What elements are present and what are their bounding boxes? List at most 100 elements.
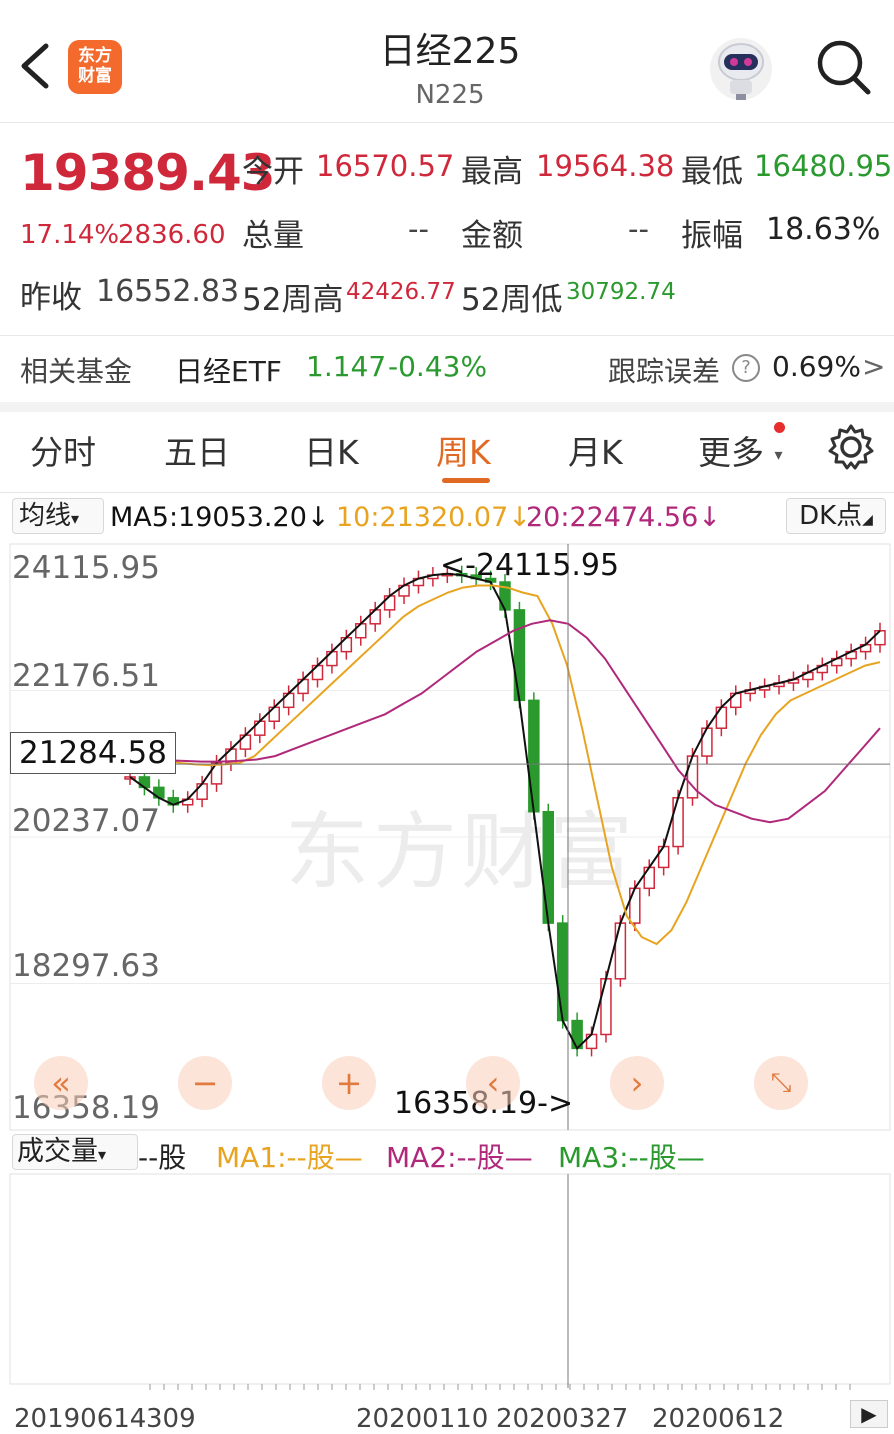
- tab-intraday[interactable]: 分时: [30, 426, 96, 474]
- y-tick-label: 20237.07: [12, 803, 160, 839]
- back-button[interactable]: [14, 38, 58, 94]
- wk52-low-value: 30792.74: [566, 279, 676, 305]
- amplitude-label: 振幅: [681, 218, 743, 254]
- double-chevron-left-icon: «: [51, 1064, 71, 1102]
- notification-dot: [774, 422, 785, 433]
- tab-more[interactable]: 更多 ▾: [698, 426, 783, 474]
- amplitude-value: 18.63%: [766, 212, 881, 247]
- max-price-annotation: <-24115.95: [440, 548, 620, 583]
- wk52-high-value: 42426.77: [346, 279, 456, 305]
- expand-icon: ⤡: [770, 1068, 792, 1098]
- plus-icon: +: [335, 1064, 363, 1102]
- candle-body: [614, 922, 627, 980]
- candle-body: [600, 978, 612, 1036]
- high-value: 19564.38: [536, 149, 675, 183]
- page-title: 日经225: [379, 31, 521, 72]
- last-price: 19389.43: [20, 144, 276, 202]
- prev-close-value: 16552.83: [96, 274, 240, 309]
- x-tick-label: 20200612: [652, 1404, 785, 1434]
- candle-body: [672, 797, 684, 848]
- x-tick-label: 20200110: [356, 1404, 489, 1434]
- chevron-left-icon: [21, 43, 49, 89]
- scroll-right-button[interactable]: ›: [610, 1056, 664, 1110]
- period-tabs: 分时 五日 日K 周K 月K 更多 ▾: [0, 412, 894, 493]
- candle-body: [542, 810, 555, 924]
- x-tick-label: 20200327: [496, 1404, 629, 1434]
- tab-five-day[interactable]: 五日: [164, 426, 230, 474]
- search-button[interactable]: [812, 36, 876, 100]
- x-tick-label: 20190614: [14, 1404, 147, 1434]
- minus-icon: −: [191, 1064, 219, 1102]
- y-tick-label: 22176.51: [12, 658, 160, 694]
- search-icon: [817, 40, 871, 95]
- candle-body: [629, 887, 641, 924]
- gear-icon: [828, 424, 874, 470]
- chevron-left-icon: ‹: [486, 1064, 500, 1102]
- header-bar: 东方 财富 日经225 N225: [0, 0, 894, 123]
- logo-text-top: 东方: [78, 46, 112, 66]
- zoom-out-button[interactable]: −: [178, 1056, 232, 1110]
- tab-weekly-k[interactable]: 周K: [436, 426, 491, 474]
- fund-name: 日经ETF: [175, 355, 282, 388]
- open-label: 今开: [242, 154, 304, 190]
- ma-selector-label: 均线: [19, 501, 72, 531]
- change-percent: 17.14%: [20, 220, 120, 250]
- ma-selector[interactable]: 均线▾: [12, 498, 104, 534]
- related-fund-label: 相关基金: [20, 355, 133, 388]
- low-value: 16480.95: [754, 149, 893, 183]
- ma-line-MA5: [129, 572, 881, 1051]
- change-value: 2836.60: [118, 220, 226, 250]
- ma10-value: 10:21320.07↓: [336, 502, 531, 533]
- settings-button[interactable]: [826, 422, 876, 472]
- dk-point-button[interactable]: DK点◢: [786, 498, 886, 534]
- fund-change: -0.43%: [388, 350, 488, 383]
- tracking-error-label: 跟踪误差: [608, 355, 721, 388]
- volume-plot: [9, 1173, 891, 1390]
- y-tick-label: 24115.95: [12, 550, 160, 586]
- help-icon[interactable]: ?: [732, 354, 760, 382]
- x-tick-label: 309: [146, 1404, 196, 1434]
- tracking-error-value: 0.69%: [772, 350, 861, 383]
- ma-legend-row: 均线▾ MA5:19053.20↓ 10:21320.07↓ 20:22474.…: [0, 494, 894, 540]
- candle-body: [210, 762, 223, 785]
- tab-monthly-k[interactable]: 月K: [568, 426, 623, 474]
- scroll-left-button[interactable]: ‹: [466, 1056, 520, 1110]
- tab-more-label: 更多: [698, 433, 764, 472]
- high-label: 最高: [461, 154, 523, 190]
- y-tick-label: 18297.63: [12, 948, 160, 984]
- scroll-end-button[interactable]: ▶: [850, 1400, 888, 1428]
- volume-label: 总量: [242, 218, 304, 254]
- fund-price: 1.147: [306, 350, 387, 383]
- zoom-in-button[interactable]: +: [322, 1056, 376, 1110]
- ma5-value: MA5:19053.20↓: [110, 502, 330, 533]
- active-tab-indicator: [442, 478, 490, 483]
- amount-value: --: [628, 212, 649, 246]
- open-value: 16570.57: [316, 149, 455, 183]
- chevron-right-icon: ›: [630, 1064, 644, 1102]
- prev-close-label: 昨收: [20, 280, 82, 316]
- quote-panel: 19389.43 17.14% 2836.60 昨收 16552.83 今开 1…: [0, 124, 894, 334]
- chevron-right-icon: >: [862, 350, 886, 383]
- fullscreen-button[interactable]: ⤡: [754, 1056, 808, 1110]
- tab-daily-k[interactable]: 日K: [304, 426, 359, 474]
- fast-back-button[interactable]: «: [34, 1056, 88, 1110]
- page-subtitle: N225: [415, 80, 485, 110]
- robot-assistant-icon[interactable]: [708, 36, 774, 102]
- wk52-high-label: 52周高: [242, 282, 344, 318]
- volume-frame: [9, 1173, 891, 1385]
- related-fund-row[interactable]: 相关基金 日经ETF 1.147 -0.43% 跟踪误差 ? 0.69% >: [0, 335, 894, 412]
- dk-point-label: DK点: [799, 501, 863, 531]
- candle-body: [528, 699, 540, 813]
- logo-text-bottom: 财富: [78, 66, 112, 86]
- candle-body: [643, 866, 655, 890]
- play-right-icon: ▶: [861, 1402, 877, 1426]
- caret-down-icon: ▾: [774, 445, 783, 464]
- app-logo[interactable]: 东方 财富: [68, 40, 122, 94]
- candle-body: [715, 706, 728, 729]
- corner-caret-icon: ◢: [862, 512, 873, 528]
- wk52-low-label: 52周低: [461, 282, 563, 318]
- caret-down-icon: ▾: [71, 509, 80, 528]
- candle-body: [657, 845, 670, 869]
- crosshair-price-label: 21284.58: [10, 732, 176, 774]
- candle-body: [701, 727, 713, 757]
